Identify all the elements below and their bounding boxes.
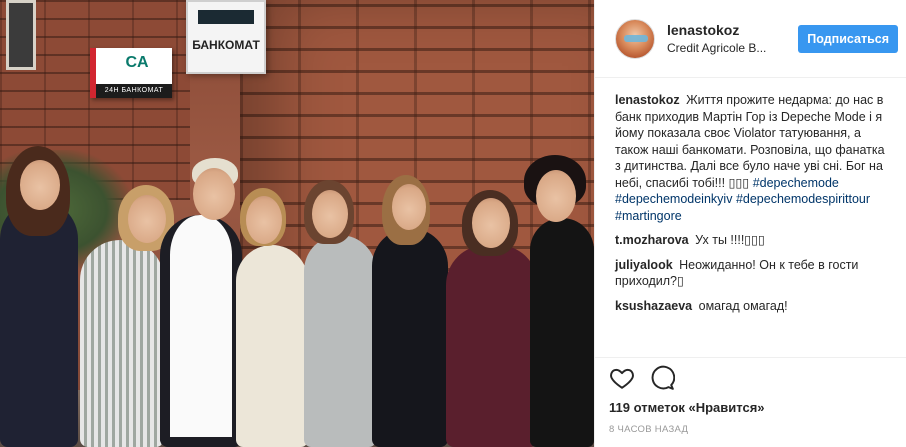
caption-text: Життя прожите недарма: до нас в банк при… — [615, 93, 885, 190]
atm-sign-small: CA 24H БАНКОМАТ — [90, 48, 172, 98]
person-2-face — [128, 195, 166, 243]
comment-username[interactable]: juliyalook — [615, 258, 673, 272]
post-timestamp[interactable]: 8 ЧАСОВ НАЗАД — [595, 423, 906, 447]
person-6-face — [392, 184, 426, 230]
person-1-face — [20, 160, 60, 210]
author-username[interactable]: lenastokoz — [667, 22, 798, 38]
hashtag-link[interactable]: #martingore — [615, 209, 682, 223]
comment-bubble-icon[interactable] — [649, 365, 675, 391]
comment-item: ksushazaeva омагад омагад! — [615, 298, 892, 315]
atm-sign-small-label: 24H БАНКОМАТ — [96, 84, 172, 98]
caption-username[interactable]: lenastokoz — [615, 93, 680, 107]
comment-username[interactable]: t.mozharova — [615, 233, 689, 247]
person-4-face — [246, 196, 282, 244]
person-2 — [80, 240, 164, 447]
caption: lenastokoz Життя прожите недарма: до нас… — [615, 92, 892, 224]
atm-sign-stripe — [198, 10, 254, 24]
hashtag-link[interactable]: #depechemodeinkyiv — [615, 192, 732, 206]
post-photo[interactable]: CA 24H БАНКОМАТ БАНКОМАТ — [0, 0, 594, 447]
avatar[interactable] — [615, 18, 655, 59]
comment-text: омагад омагад! — [698, 298, 788, 313]
person-3-face — [193, 168, 235, 220]
person-8 — [530, 218, 594, 447]
comment-text: Ух ты !!!!▯▯▯ — [695, 233, 765, 247]
window — [6, 0, 36, 70]
post-header: lenastokoz Credit Agricole B... Подписат… — [595, 0, 906, 78]
comment-item: juliyalook Неожиданно! Он к тебе в гости… — [615, 257, 892, 290]
person-3 — [160, 215, 242, 447]
comment-item: t.mozharova Ух ты !!!!▯▯▯ — [615, 232, 892, 249]
atm-sign-large: БАНКОМАТ — [186, 0, 266, 74]
post-info-panel: lenastokoz Credit Agricole B... Подписат… — [594, 0, 906, 447]
comment-username[interactable]: ksushazaeva — [615, 299, 692, 313]
person-4 — [236, 245, 308, 447]
post-location[interactable]: Credit Agricole B... — [667, 41, 787, 55]
person-6 — [372, 228, 448, 447]
person-7-face — [472, 198, 510, 248]
person-7 — [446, 245, 538, 447]
credit-agricole-logo: CA — [125, 54, 149, 71]
likes-count[interactable]: 119 отметок «Нравится» — [595, 397, 906, 423]
post-actions — [595, 357, 906, 397]
person-1 — [0, 200, 78, 447]
instagram-post: CA 24H БАНКОМАТ БАНКОМАТ lenastokoz Cred… — [0, 0, 906, 447]
hashtag-link[interactable]: #depechemodespirittour — [736, 192, 870, 206]
follow-button[interactable]: Подписаться — [798, 24, 898, 53]
person-8-face — [536, 170, 576, 222]
hashtag-link[interactable]: #depechemode — [753, 176, 839, 190]
avatar-glasses — [624, 34, 648, 42]
heart-icon[interactable] — [609, 365, 635, 391]
atm-sign-large-label: БАНКОМАТ — [192, 38, 260, 52]
person-5 — [304, 235, 376, 447]
person-5-face — [312, 190, 348, 238]
comments-list[interactable]: lenastokoz Життя прожите недарма: до нас… — [595, 78, 906, 357]
post-author: lenastokoz Credit Agricole B... — [667, 22, 798, 55]
